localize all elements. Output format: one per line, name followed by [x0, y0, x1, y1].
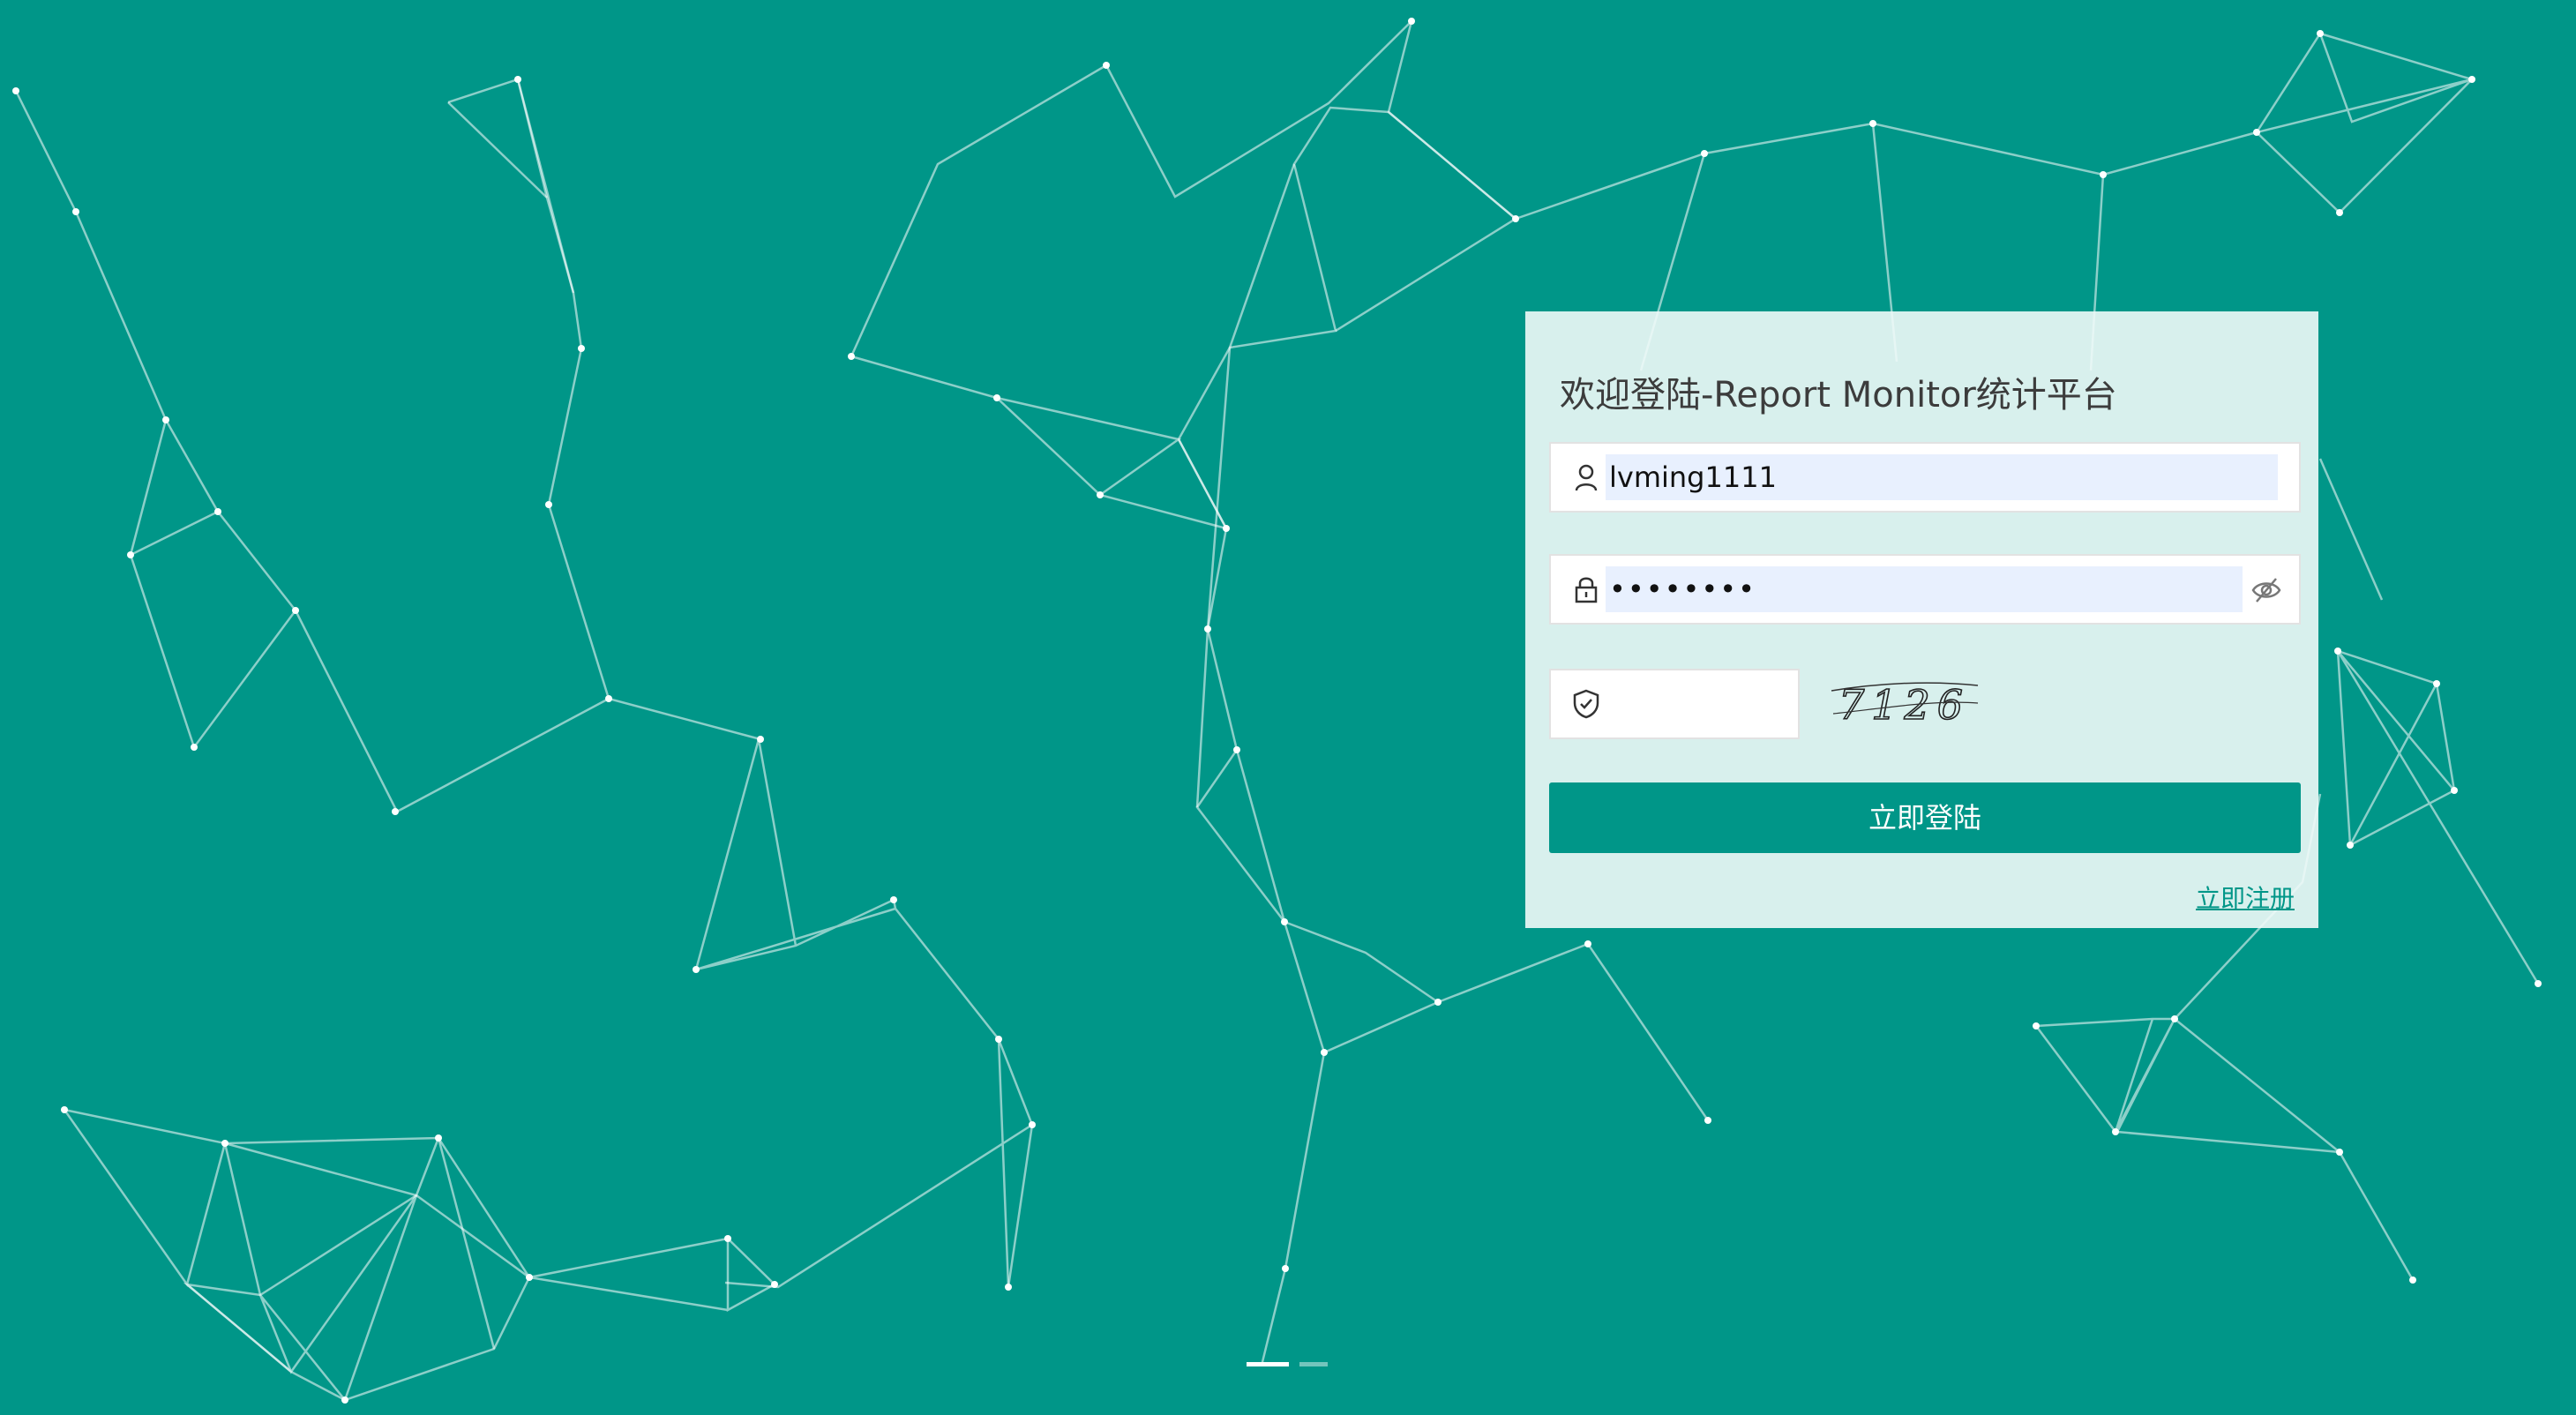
captcha-field[interactable] [1549, 669, 1800, 739]
lock-icon [1575, 577, 1598, 603]
eye-slash-icon[interactable] [2250, 573, 2283, 607]
captcha-text: 7126 [1838, 681, 1970, 729]
username-field[interactable]: lvming1111 [1549, 442, 2301, 513]
shield-check-icon [1573, 689, 1599, 719]
login-card: 欢迎登陆-Report Monitor统计平台 lvming1111 •••••… [1525, 311, 2318, 928]
username-input[interactable]: lvming1111 [1606, 454, 2278, 500]
login-button[interactable]: 立即登陆 [1549, 782, 2301, 853]
register-link[interactable]: 立即注册 [2196, 880, 2295, 915]
user-icon [1575, 464, 1598, 491]
password-field[interactable]: •••••••• [1549, 554, 2301, 625]
password-input[interactable]: •••••••• [1606, 566, 2243, 612]
captcha-image[interactable]: 7126 [1830, 673, 1980, 735]
carousel-dot-active[interactable] [1247, 1362, 1289, 1366]
carousel-dot[interactable] [1299, 1362, 1328, 1366]
login-title: 欢迎登陆-Report Monitor统计平台 [1560, 375, 2117, 416]
